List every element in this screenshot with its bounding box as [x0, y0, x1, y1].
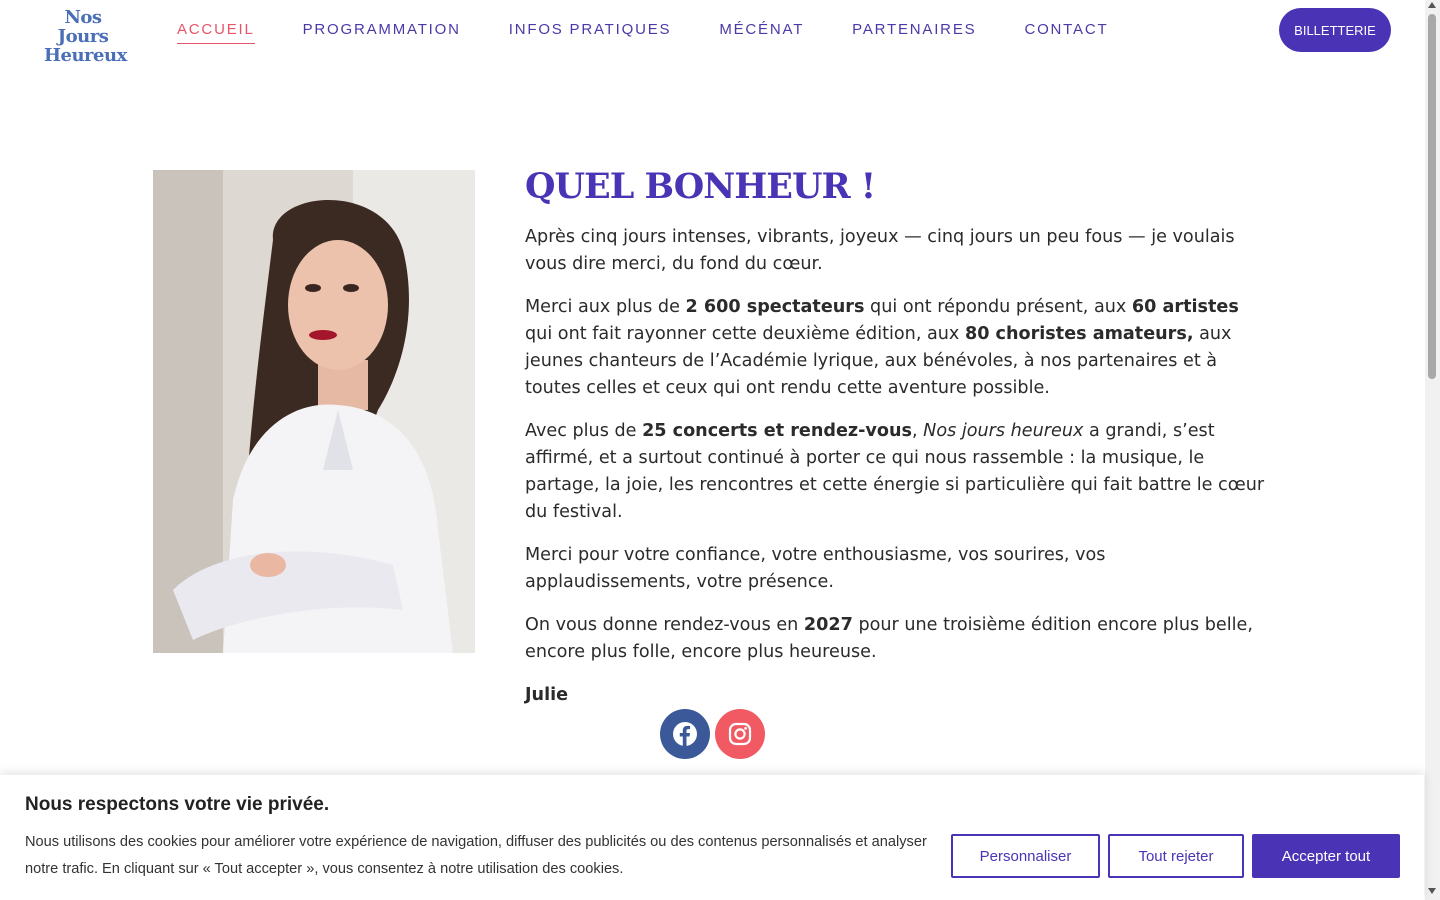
bold-year: 2027 — [803, 615, 853, 635]
nav-item-mecenat[interactable]: MÉCÉNAT — [719, 20, 804, 44]
paragraph-4: Merci pour votre confiance, votre enthou… — [525, 542, 1270, 596]
paragraph-1-text: Après cinq jours intenses, vibrants, joy… — [525, 227, 1235, 274]
accept-all-button[interactable]: Accepter tout — [1252, 834, 1400, 878]
bold-artistes: 60 artistes — [1131, 297, 1239, 317]
portrait-photo — [153, 170, 475, 653]
scrollbar-thumb[interactable] — [1428, 14, 1436, 379]
page-title: QUEL BONHEUR ! — [525, 166, 876, 207]
page-scrollbar[interactable] — [1425, 0, 1440, 900]
facebook-link[interactable] — [660, 709, 710, 759]
logo-line-1: Nos Jours — [57, 7, 109, 47]
main-nav: ACCUEIL PROGRAMMATION INFOS PRATIQUES MÉ… — [177, 20, 1156, 44]
nav-item-accueil[interactable]: ACCUEIL — [177, 20, 255, 44]
scroll-up-arrow-icon[interactable] — [1428, 2, 1436, 8]
paragraph-4-text: Merci pour votre confiance, votre enthou… — [525, 545, 1106, 592]
nav-item-infos-pratiques[interactable]: INFOS PRATIQUES — [509, 20, 672, 44]
scroll-down-arrow-icon[interactable] — [1428, 888, 1436, 894]
paragraph-3: Avec plus de 25 concerts et rendez-vous,… — [525, 418, 1270, 526]
signature: Julie — [525, 685, 569, 705]
customize-cookies-button[interactable]: Personnaliser — [951, 834, 1100, 878]
bold-spectateurs: 2 600 spectateurs — [685, 297, 865, 317]
nav-item-partenaires[interactable]: PARTENAIRES — [852, 20, 976, 44]
paragraph-2: Merci aux plus de 2 600 spectateurs qui … — [525, 294, 1270, 402]
text-span: Avec plus de — [525, 421, 643, 441]
site-header: Nos Jours Heureux ACCUEIL PROGRAMMATION … — [0, 0, 1425, 65]
text-span: Merci aux plus de — [525, 297, 686, 317]
billetterie-button[interactable]: BILLETTERIE — [1279, 8, 1391, 52]
text-span: On vous donne rendez-vous en — [525, 615, 804, 635]
main-content: QUEL BONHEUR ! Après cinq jours intenses… — [525, 168, 1270, 725]
cookie-title: Nous respectons votre vie privée. — [25, 794, 330, 815]
nav-item-programmation[interactable]: PROGRAMMATION — [303, 20, 461, 44]
cookie-text: Nous utilisons des cookies pour améliore… — [25, 834, 927, 877]
instagram-icon — [728, 722, 752, 746]
instagram-link[interactable] — [715, 709, 765, 759]
text-span: qui ont répondu présent, aux — [864, 297, 1132, 317]
text-span: , — [911, 421, 924, 441]
paragraph-1: Après cinq jours intenses, vibrants, joy… — [525, 224, 1270, 278]
paragraph-5: On vous donne rendez-vous en 2027 pour u… — [525, 612, 1270, 666]
cookie-banner: Nous respectons votre vie privée. Nous u… — [0, 775, 1424, 900]
bold-choristes: 80 choristes amateurs, — [964, 324, 1194, 344]
text-span: qui ont fait rayonner cette deuxième édi… — [525, 324, 965, 344]
bold-concerts: 25 concerts et rendez-vous — [642, 421, 912, 441]
nav-item-contact[interactable]: CONTACT — [1024, 20, 1108, 44]
facebook-icon — [673, 722, 697, 746]
reject-all-button[interactable]: Tout rejeter — [1108, 834, 1244, 878]
site-logo[interactable]: Nos Jours Heureux — [44, 7, 127, 65]
italic-festival-name: Nos jours heureux — [923, 421, 1084, 441]
logo-line-2: Heureux — [44, 45, 127, 66]
